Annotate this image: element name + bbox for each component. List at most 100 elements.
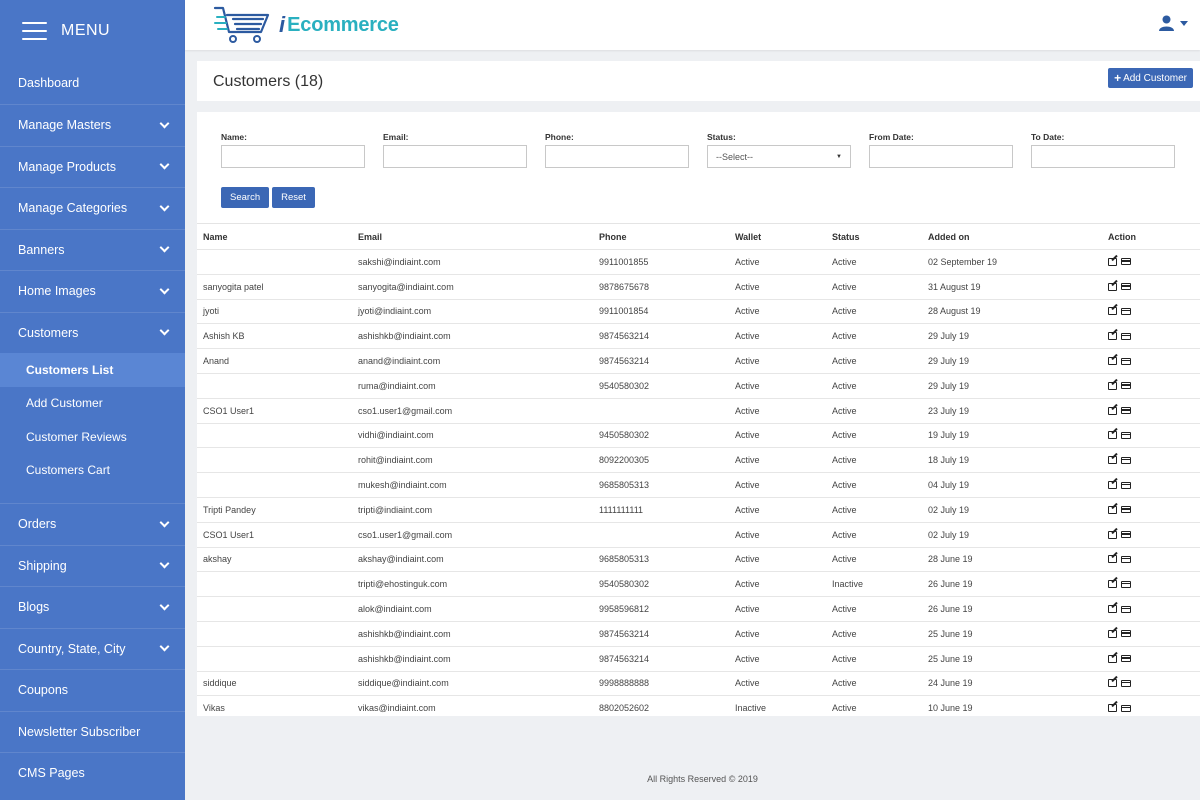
column-header-email[interactable]: Email [358,223,599,250]
wallet-card-icon[interactable] [1121,407,1131,415]
wallet-card-icon[interactable] [1121,481,1131,489]
edit-icon[interactable] [1108,530,1117,539]
edit-icon[interactable] [1108,679,1117,688]
chevron-down-icon [159,118,170,129]
row-actions [1108,704,1200,713]
sidebar-item-shipping[interactable]: Shipping [0,544,185,587]
row-actions [1108,332,1200,341]
sidebar-item-newsletter-subscriber[interactable]: Newsletter Subscriber [0,710,185,753]
edit-icon[interactable] [1108,282,1117,291]
wallet-card-icon[interactable] [1121,555,1131,563]
column-header-name[interactable]: Name [197,223,358,250]
from-date-input[interactable] [869,145,1013,168]
cell-added-on: 28 August 19 [928,306,981,317]
edit-icon[interactable] [1108,605,1117,614]
filter-buttons: Search Reset [221,187,318,208]
wallet-card-icon[interactable] [1121,258,1131,266]
cell-status: Active [832,604,857,615]
table-row: CSO1 User1 cso1.user1@gmail.com Active Acti… [197,522,1200,547]
cell-status: Active [832,356,857,367]
status-select[interactable]: --Select-- ▼ [707,145,851,168]
wallet-card-icon[interactable] [1121,456,1131,464]
edit-icon[interactable] [1108,456,1117,465]
top-header: i Ecommerce [185,0,1200,50]
sidebar-item-blogs[interactable]: Blogs [0,586,185,628]
wallet-card-icon[interactable] [1121,605,1131,613]
wallet-card-icon[interactable] [1121,531,1131,539]
cell-name: Vikas [203,703,225,714]
edit-icon[interactable] [1108,481,1117,490]
column-header-wallet[interactable]: Wallet [735,223,832,250]
sidebar-item-country-state-city[interactable]: Country, State, City [0,627,185,670]
caret-down-icon [1180,20,1188,26]
edit-icon[interactable] [1108,357,1117,366]
edit-icon[interactable] [1108,332,1117,341]
add-customer-button[interactable]: + Add Customer [1108,68,1193,88]
edit-icon[interactable] [1108,629,1117,638]
edit-icon[interactable] [1108,307,1117,316]
wallet-card-icon[interactable] [1121,431,1131,439]
wallet-card-icon[interactable] [1121,704,1131,712]
wallet-card-icon[interactable] [1121,655,1131,663]
menu-title: MENU [61,22,111,39]
name-input[interactable] [221,145,365,168]
cell-wallet: Active [735,554,760,565]
sidebar-item-cms-pages[interactable]: CMS Pages [0,752,185,794]
edit-icon[interactable] [1108,580,1117,589]
wallet-card-icon[interactable] [1121,307,1131,315]
search-button[interactable]: Search [221,187,270,208]
submenu-customers-list[interactable]: Customers List [0,353,185,387]
logo[interactable]: i Ecommerce [213,5,399,45]
edit-icon[interactable] [1108,381,1117,390]
cell-phone: 9911001855 [599,256,649,267]
column-header-added-on[interactable]: Added on [928,223,1108,250]
cell-name: akshay [203,554,232,565]
edit-icon[interactable] [1108,505,1117,514]
chevron-down-icon [159,201,170,212]
wallet-card-icon[interactable] [1121,382,1131,390]
sidebar-item-manage-categories[interactable]: Manage Categories [0,187,185,229]
cell-status: Active [832,455,857,466]
to-date-input[interactable] [1031,145,1175,168]
wallet-card-icon[interactable] [1121,679,1131,687]
cell-status: Active [832,628,857,639]
sidebar-item-label: Manage Products [18,159,116,174]
submenu-customers-cart[interactable]: Customers Cart [0,454,185,488]
menu-header[interactable]: MENU [0,0,185,62]
sidebar-item-coupons[interactable]: Coupons [0,669,185,711]
column-header-phone[interactable]: Phone [599,223,735,250]
user-menu[interactable] [1159,15,1188,31]
cell-added-on: 24 June 19 [928,678,973,689]
submenu-add-customer[interactable]: Add Customer [0,387,185,421]
edit-icon[interactable] [1108,257,1117,266]
sidebar-item-manage-masters[interactable]: Manage Masters [0,104,185,146]
wallet-card-icon[interactable] [1121,630,1131,638]
sidebar-item-orders[interactable]: Orders [0,503,185,545]
cell-name [197,423,358,448]
sidebar-item-banners[interactable]: Banners [0,228,185,271]
hamburger-icon[interactable] [22,22,47,40]
chevron-down-icon [159,600,170,611]
sidebar-item-customers[interactable]: Customers [0,311,185,354]
sidebar-item-home-images[interactable]: Home Images [0,270,185,312]
submenu-customer-reviews[interactable]: Customer Reviews [0,420,185,454]
reset-button[interactable]: Reset [272,187,315,208]
wallet-card-icon[interactable] [1121,357,1131,365]
wallet-card-icon[interactable] [1121,332,1131,340]
edit-icon[interactable] [1108,431,1117,440]
edit-icon[interactable] [1108,555,1117,564]
edit-icon[interactable] [1108,704,1117,713]
sidebar-item-dashboard[interactable]: Dashboard [0,62,185,104]
column-header-status[interactable]: Status [832,223,928,250]
wallet-card-icon[interactable] [1121,283,1131,291]
sidebar-item-label: Banners [18,242,65,257]
sidebar-item-manage-products[interactable]: Manage Products [0,145,185,188]
wallet-card-icon[interactable] [1121,506,1131,514]
phone-input[interactable] [545,145,689,168]
email-input[interactable] [383,145,527,168]
edit-icon[interactable] [1108,654,1117,663]
cell-email: ashishkb@indiaint.com [358,653,451,664]
edit-icon[interactable] [1108,406,1117,415]
cell-action [1108,373,1200,398]
wallet-card-icon[interactable] [1121,580,1131,588]
